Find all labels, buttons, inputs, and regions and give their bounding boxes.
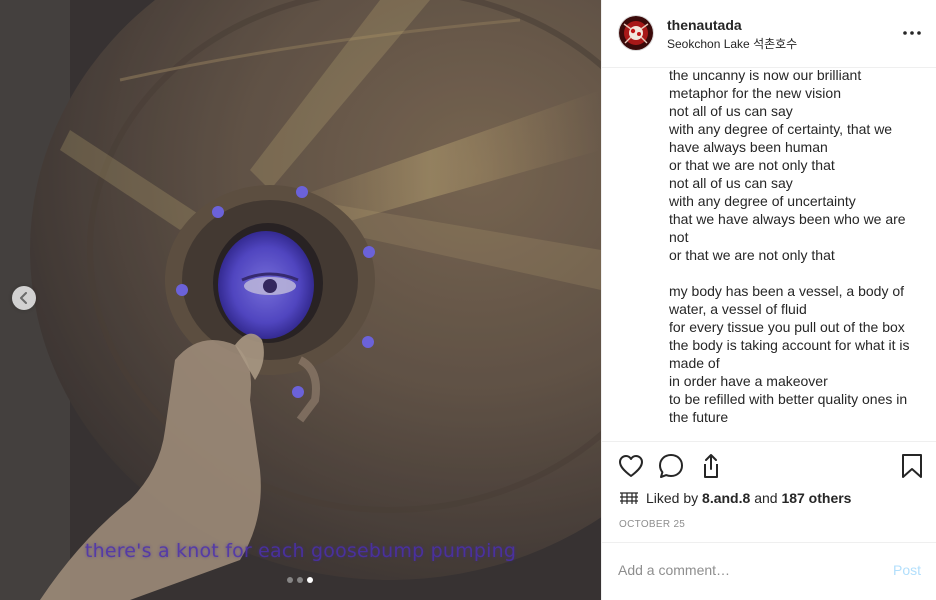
ellipsis-icon <box>903 31 921 35</box>
comment-input[interactable] <box>618 558 878 582</box>
caption-line: to be refilled with better quality ones … <box>669 391 908 407</box>
caption-line: my body has been a vessel, a body of <box>669 283 905 299</box>
heart-icon <box>619 455 643 477</box>
more-options-button[interactable] <box>901 22 923 44</box>
caption-line: the uncanny is now our brilliant <box>669 68 862 83</box>
likes-middle: and <box>754 490 778 506</box>
caption-line: with any degree of certainty, that we <box>669 121 893 137</box>
post-media: there's a knot for each goosebump pumpin… <box>0 0 601 600</box>
avatar-image <box>619 16 653 50</box>
comment-bar: Post <box>602 542 936 600</box>
carousel-prev-button[interactable] <box>12 286 36 310</box>
comment-icon <box>659 454 683 478</box>
caption-line: for every tissue you pull out of the box <box>669 319 905 335</box>
likes-summary[interactable]: Liked by 8.and.8 and 187 others <box>619 490 851 506</box>
comment-button[interactable] <box>657 452 685 480</box>
caption-line: the future <box>669 409 729 425</box>
caption-line <box>669 264 927 282</box>
post-caption: the uncanny is now our brilliant metaphor… <box>669 68 927 426</box>
post-username[interactable]: thenautada <box>667 17 742 33</box>
liked-by-avatar-icon <box>619 492 639 504</box>
likes-others-link[interactable]: 187 others <box>781 490 851 506</box>
caption-line: metaphor for the new vision <box>669 85 841 101</box>
post-location[interactable]: Seokchon Lake 석촌호수 <box>667 35 797 52</box>
like-button[interactable] <box>617 452 645 480</box>
caption-line: or that we are not only that <box>669 247 835 263</box>
post-video-frame <box>0 0 601 600</box>
liked-by-user-link[interactable]: 8.and.8 <box>702 490 750 506</box>
post-header: thenautada Seokchon Lake 석촌호수 <box>602 0 936 68</box>
carousel-indicator <box>287 577 313 583</box>
carousel-dot <box>297 577 303 583</box>
carousel-dot-active <box>307 577 313 583</box>
carousel-dot <box>287 577 293 583</box>
post-side-panel: thenautada Seokchon Lake 석촌호수 the uncann… <box>601 0 936 600</box>
caption-line: the body is taking account for what it i… <box>669 337 910 353</box>
post-comment-button[interactable]: Post <box>893 562 921 578</box>
caption-line: in order have a makeover <box>669 373 828 389</box>
share-button[interactable] <box>696 452 724 480</box>
caption-line: with any degree of uncertainty <box>669 193 856 209</box>
bookmark-icon <box>902 454 922 478</box>
share-icon <box>704 454 718 478</box>
save-button[interactable] <box>898 452 926 480</box>
post-actions <box>602 450 936 486</box>
caption-line: have always been human <box>669 139 828 155</box>
caption-line: that we have always been who we are <box>669 211 906 227</box>
caption-line: or that we are not only that <box>669 157 835 173</box>
caption-line: made of <box>669 355 720 371</box>
post-date[interactable]: OCTOBER 25 <box>619 519 685 530</box>
likes-prefix: Liked by <box>646 490 699 506</box>
avatar[interactable] <box>618 15 654 51</box>
video-subtitle: there's a knot for each goosebump pumpin… <box>84 540 517 562</box>
caption-line: water, a vessel of fluid <box>669 301 807 317</box>
caption-line: not all of us can say <box>669 175 793 191</box>
caption-line: not all of us can say <box>669 103 793 119</box>
caption-line: not <box>669 229 689 245</box>
chevron-left-icon <box>20 292 27 304</box>
caption-scroll-area[interactable]: the uncanny is now our brilliant metaphor… <box>602 68 936 442</box>
